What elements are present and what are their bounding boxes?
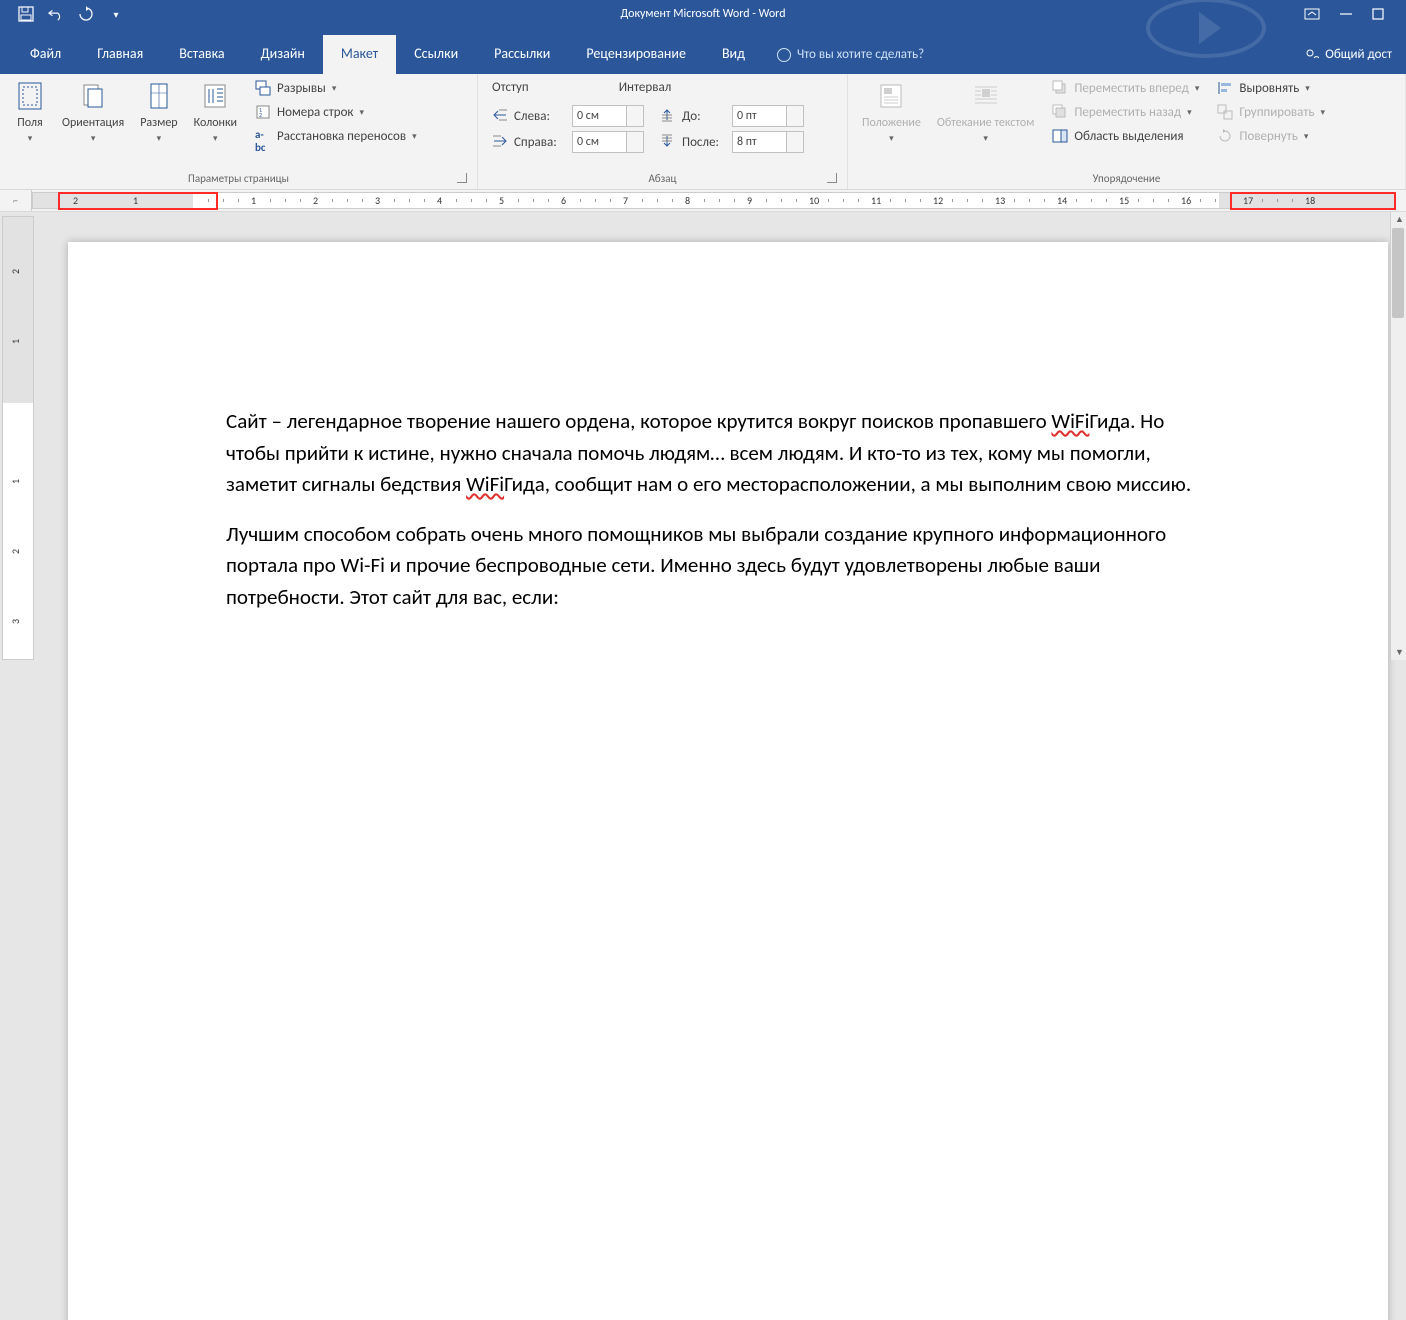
lightbulb-icon	[777, 48, 791, 62]
indent-right-icon	[492, 134, 508, 150]
chevron-down-icon: ▾	[889, 134, 894, 145]
hyphenation-icon: a-bc	[255, 128, 271, 144]
minimize-icon[interactable]	[1340, 8, 1352, 20]
chevron-down-icon: ▾	[983, 134, 988, 145]
chevron-down-icon: ▾	[1195, 83, 1200, 94]
align-button[interactable]: Выровнять ▾	[1215, 78, 1327, 98]
chevron-down-icon: ▾	[412, 131, 417, 142]
size-button[interactable]: Размер ▾	[134, 76, 183, 149]
spacing-before-input[interactable]: 0 пт▲▼	[732, 105, 804, 127]
chevron-down-icon: ▾	[359, 107, 364, 118]
paragraph[interactable]: Лучшим способом собрать очень много помо…	[226, 519, 1218, 614]
line-numbers-button[interactable]: 12 Номера строк ▾	[253, 102, 419, 122]
share-button[interactable]: Общий дост	[1291, 37, 1406, 74]
scroll-up-icon[interactable]: ▲	[1395, 214, 1404, 225]
selection-pane-button[interactable]: Область выделения	[1050, 126, 1201, 146]
qat-dropdown-icon[interactable]: ▾	[108, 6, 124, 22]
save-icon[interactable]	[18, 6, 34, 22]
dialog-launcher-icon[interactable]	[827, 173, 837, 183]
vertical-scrollbar[interactable]: ▲ ▼	[1390, 212, 1406, 660]
tab-mailings[interactable]: Рассылки	[476, 35, 568, 74]
ribbon-display-icon[interactable]	[1304, 8, 1320, 20]
margins-icon	[14, 80, 46, 112]
tell-me-placeholder: Что вы хотите сделать?	[797, 47, 924, 62]
spacing-after-icon	[660, 134, 676, 150]
group-label-page-setup: Параметры страницы	[8, 169, 469, 189]
group-button[interactable]: Группировать ▾	[1215, 102, 1327, 122]
bring-forward-icon	[1052, 80, 1068, 96]
scroll-thumb[interactable]	[1392, 228, 1404, 318]
window-title: Документ Microsoft Word - Word	[620, 7, 785, 21]
spacing-before-icon	[660, 108, 676, 124]
selection-pane-icon	[1052, 128, 1068, 144]
document-page[interactable]: Сайт – легендарное творение нашего орден…	[68, 242, 1388, 1320]
breaks-button[interactable]: Разрывы ▾	[253, 78, 419, 98]
undo-icon[interactable]	[48, 6, 64, 22]
redo-icon[interactable]	[78, 6, 94, 22]
bring-forward-button[interactable]: Переместить вперед ▾	[1050, 78, 1201, 98]
chevron-down-icon: ▾	[1304, 131, 1309, 142]
indent-right-input[interactable]: 0 см▲▼	[572, 131, 644, 153]
chevron-down-icon: ▾	[28, 134, 33, 145]
svg-text:2: 2	[259, 111, 262, 119]
watermark-icon	[1146, 0, 1266, 58]
maximize-icon[interactable]	[1372, 8, 1384, 20]
breaks-icon	[255, 80, 271, 96]
indent-left-input[interactable]: 0 см▲▼	[572, 105, 644, 127]
columns-icon	[199, 80, 231, 112]
scroll-down-icon[interactable]: ▼	[1395, 647, 1404, 658]
chevron-down-icon: ▾	[1187, 107, 1192, 118]
indent-header: Отступ	[492, 80, 529, 95]
chevron-down-icon: ▾	[157, 134, 162, 145]
tab-references[interactable]: Ссылки	[396, 35, 476, 74]
horizontal-ruler[interactable]: 21123456789101112131415161718	[32, 192, 1396, 209]
rotate-button[interactable]: Повернуть ▾	[1215, 126, 1327, 146]
hyphenation-button[interactable]: a-bc Расстановка переносов ▾	[253, 126, 419, 146]
chevron-down-icon: ▾	[91, 134, 96, 145]
vertical-ruler[interactable]: 2 1 1 2 3	[2, 216, 34, 660]
tab-review[interactable]: Рецензирование	[568, 35, 704, 74]
tab-design[interactable]: Дизайн	[243, 35, 323, 74]
group-icon	[1217, 104, 1233, 120]
indent-left-icon	[492, 108, 508, 124]
size-icon	[143, 80, 175, 112]
chevron-down-icon: ▾	[332, 83, 337, 94]
chevron-down-icon: ▾	[1321, 107, 1326, 118]
tab-file[interactable]: Файл	[12, 35, 79, 74]
tab-layout[interactable]: Макет	[323, 35, 396, 74]
align-icon	[1217, 80, 1233, 96]
tab-insert[interactable]: Вставка	[161, 35, 242, 74]
columns-button[interactable]: Колонки ▾	[188, 76, 243, 149]
wrap-text-icon	[970, 80, 1002, 112]
tab-view[interactable]: Вид	[704, 35, 763, 74]
chevron-down-icon: ▾	[1305, 83, 1310, 94]
tab-selector[interactable]: ⌐	[0, 190, 32, 211]
spacing-after-input[interactable]: 8 пт▲▼	[732, 131, 804, 153]
group-label-paragraph: Абзац	[486, 169, 839, 189]
paragraph[interactable]: Сайт – легендарное творение нашего орден…	[226, 406, 1218, 501]
rotate-icon	[1217, 128, 1233, 144]
orientation-icon	[77, 80, 109, 112]
orientation-button[interactable]: Ориентация ▾	[56, 76, 130, 149]
send-backward-icon	[1052, 104, 1068, 120]
spacing-header: Интервал	[619, 80, 672, 95]
wrap-text-button[interactable]: Обтекание текстом ▾	[931, 76, 1040, 149]
tell-me-search[interactable]: Что вы хотите сделать?	[763, 37, 938, 74]
group-label-arrange: Упорядочение	[856, 169, 1397, 189]
line-numbers-icon: 12	[255, 104, 271, 120]
position-icon	[875, 80, 907, 112]
tab-home[interactable]: Главная	[79, 35, 161, 74]
margins-button[interactable]: Поля ▾	[8, 76, 52, 149]
chevron-down-icon: ▾	[213, 134, 218, 145]
dialog-launcher-icon[interactable]	[457, 173, 467, 183]
send-backward-button[interactable]: Переместить назад ▾	[1050, 102, 1201, 122]
position-button[interactable]: Положение ▾	[856, 76, 927, 149]
